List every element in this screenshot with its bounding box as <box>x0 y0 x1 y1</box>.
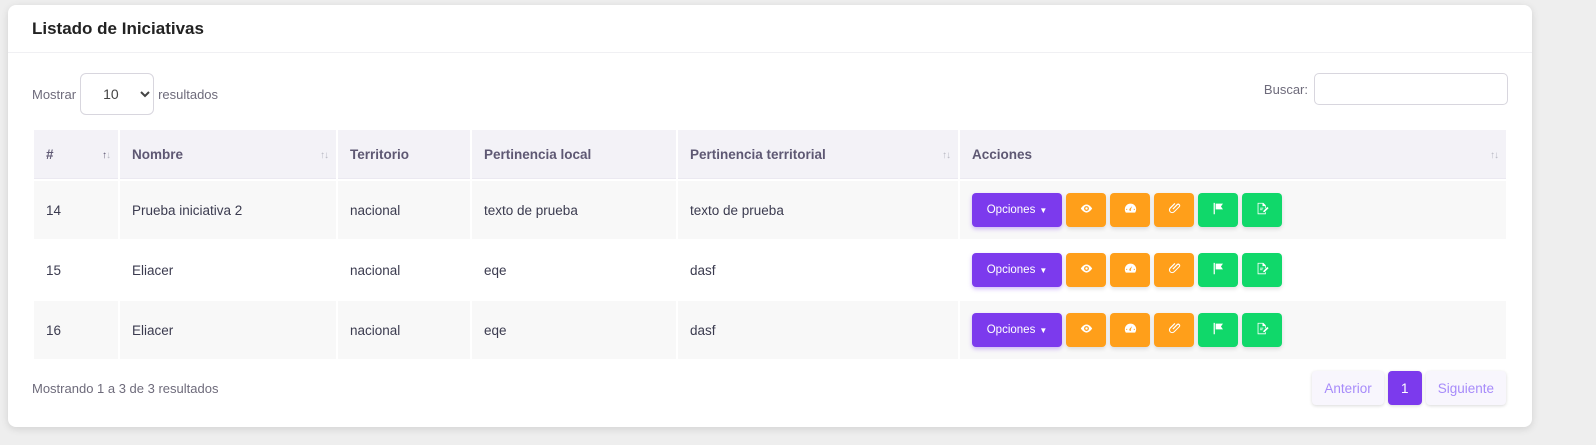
eye-icon <box>1080 202 1093 218</box>
column-header-id[interactable]: # ↑↓ <box>34 130 118 179</box>
table-row: 15 Eliacer nacional eqe dasf Opciones ▼ <box>34 241 1506 299</box>
cell-id: 15 <box>34 241 118 299</box>
view-button[interactable] <box>1066 313 1106 347</box>
page-size-control: Mostrar 102550100 resultados <box>32 73 218 115</box>
view-button[interactable] <box>1066 193 1106 227</box>
evaluate-button[interactable] <box>1242 313 1282 347</box>
next-page-button[interactable]: Siguiente <box>1425 371 1506 405</box>
column-header-pertinencia-territorial[interactable]: Pertinencia territorial ↑↓ <box>678 130 958 179</box>
cell-acciones: Opciones ▼ <box>960 181 1506 239</box>
attach-button[interactable] <box>1154 193 1194 227</box>
file-signature-icon <box>1256 322 1269 338</box>
results-label: resultados <box>158 86 219 102</box>
evaluate-button[interactable] <box>1242 253 1282 287</box>
search-label: Buscar: <box>1263 81 1308 97</box>
cell-territorio: nacional <box>338 241 470 299</box>
initiatives-card: Listado de Iniciativas Mostrar 102550100… <box>8 5 1532 427</box>
flag-icon <box>1212 262 1225 278</box>
file-signature-icon <box>1256 202 1269 218</box>
cell-pertinencia-local: eqe <box>472 241 676 299</box>
flag-icon <box>1212 202 1225 218</box>
previous-page-button[interactable]: Anterior <box>1312 371 1384 405</box>
search-control: Buscar: <box>1264 73 1508 105</box>
cell-id: 14 <box>34 181 118 239</box>
options-dropdown-button[interactable]: Opciones ▼ <box>972 313 1062 347</box>
view-button[interactable] <box>1066 253 1106 287</box>
paperclip-icon <box>1168 322 1181 338</box>
table-info: Mostrando 1 a 3 de 3 resultados <box>32 381 219 396</box>
sort-icon: ↑↓ <box>942 150 951 161</box>
pagination: Anterior 1 Siguiente <box>1312 371 1506 405</box>
page-size-select[interactable]: 102550100 <box>80 73 155 115</box>
cell-pertinencia-local: eqe <box>472 301 676 359</box>
caret-down-icon: ▼ <box>1039 265 1048 275</box>
cell-nombre: Prueba iniciativa 2 <box>120 181 336 239</box>
cell-territorio: nacional <box>338 301 470 359</box>
cell-acciones: Opciones ▼ <box>960 241 1506 299</box>
dashboard-button[interactable] <box>1110 313 1150 347</box>
cell-nombre: Eliacer <box>120 241 336 299</box>
attach-button[interactable] <box>1154 253 1194 287</box>
show-label: Mostrar <box>32 86 77 102</box>
cell-id: 16 <box>34 301 118 359</box>
caret-down-icon: ▼ <box>1039 325 1048 335</box>
eye-icon <box>1080 322 1093 338</box>
sort-icon: ↑↓ <box>102 150 111 161</box>
flag-button[interactable] <box>1198 253 1238 287</box>
paperclip-icon <box>1168 262 1181 278</box>
table-header-row: # ↑↓ Nombre ↑↓ Territorio Pertinencia loca… <box>34 130 1506 179</box>
evaluate-button[interactable] <box>1242 193 1282 227</box>
cell-pertinencia-local: texto de prueba <box>472 181 676 239</box>
column-header-territorio: Territorio <box>338 130 470 179</box>
column-header-acciones[interactable]: Acciones ↑↓ <box>960 130 1506 179</box>
action-buttons: Opciones ▼ <box>972 253 1494 287</box>
flag-button[interactable] <box>1198 313 1238 347</box>
cell-pertinencia-territorial: dasf <box>678 301 958 359</box>
gauge-icon <box>1124 202 1137 218</box>
search-input[interactable] <box>1314 73 1508 105</box>
gauge-icon <box>1124 262 1137 278</box>
gauge-icon <box>1124 322 1137 338</box>
sort-icon: ↑↓ <box>320 150 329 161</box>
column-header-pertinencia-local: Pertinencia local <box>472 130 676 179</box>
page-1-button[interactable]: 1 <box>1387 371 1422 405</box>
cell-pertinencia-territorial: dasf <box>678 241 958 299</box>
attach-button[interactable] <box>1154 313 1194 347</box>
table-row: 14 Prueba iniciativa 2 nacional texto de… <box>34 181 1506 239</box>
caret-down-icon: ▼ <box>1039 205 1048 215</box>
cell-pertinencia-territorial: texto de prueba <box>678 181 958 239</box>
card-header: Listado de Iniciativas <box>8 5 1532 53</box>
dashboard-button[interactable] <box>1110 253 1150 287</box>
action-buttons: Opciones ▼ <box>972 313 1494 347</box>
column-header-nombre[interactable]: Nombre ↑↓ <box>120 130 336 179</box>
cell-acciones: Opciones ▼ <box>960 301 1506 359</box>
flag-button[interactable] <box>1198 193 1238 227</box>
action-buttons: Opciones ▼ <box>972 193 1494 227</box>
initiatives-table: # ↑↓ Nombre ↑↓ Territorio Pertinencia loca… <box>32 128 1508 361</box>
file-signature-icon <box>1256 262 1269 278</box>
dashboard-button[interactable] <box>1110 193 1150 227</box>
sort-icon: ↑↓ <box>1490 150 1499 161</box>
options-dropdown-button[interactable]: Opciones ▼ <box>972 193 1062 227</box>
paperclip-icon <box>1168 202 1181 218</box>
table-row: 16 Eliacer nacional eqe dasf Opciones ▼ <box>34 301 1506 359</box>
cell-territorio: nacional <box>338 181 470 239</box>
eye-icon <box>1080 262 1093 278</box>
card-title: Listado de Iniciativas <box>32 18 204 38</box>
flag-icon <box>1212 322 1225 338</box>
cell-nombre: Eliacer <box>120 301 336 359</box>
options-dropdown-button[interactable]: Opciones ▼ <box>972 253 1062 287</box>
